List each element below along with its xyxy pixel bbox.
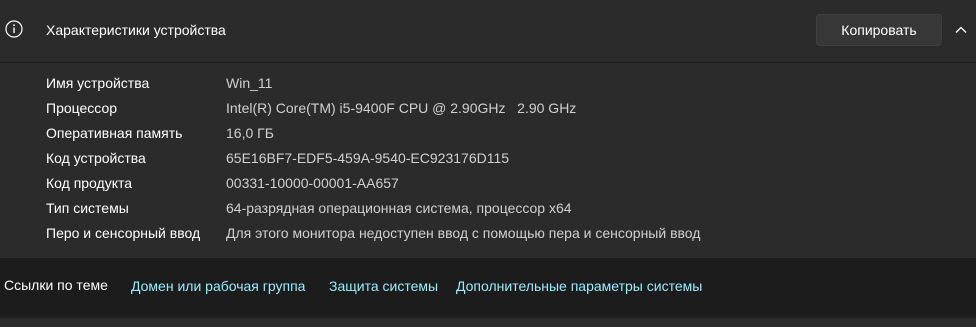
link-domain-workgroup[interactable]: Домен или рабочая группа [131, 278, 305, 294]
device-specs-header[interactable]: Характеристики устройства Копировать [0, 0, 976, 63]
spec-label: Код устройства [46, 150, 146, 166]
link-advanced-system-settings[interactable]: Дополнительные параметры системы [456, 278, 702, 294]
spec-row-device-id: Код устройства 65E16BF7-EDF5-459A-9540-E… [0, 146, 976, 171]
spec-label: Процессор [46, 100, 118, 116]
next-card-edge [0, 318, 976, 327]
link-system-protection[interactable]: Защита системы [329, 278, 438, 294]
spec-row-product-id: Код продукта 00331-10000-00001-AA657 [0, 171, 976, 196]
spec-row-ram: Оперативная память 16,0 ГБ [0, 121, 976, 146]
related-links-title: Ссылки по теме [4, 277, 108, 293]
spec-value: 64-разрядная операционная система, проце… [226, 200, 572, 216]
spec-value: Для этого монитора недоступен ввод с пом… [226, 225, 701, 241]
spec-row-pen-touch: Перо и сенсорный ввод Для этого монитора… [0, 221, 976, 246]
copy-button[interactable]: Копировать [816, 14, 942, 46]
section-title: Характеристики устройства [46, 22, 226, 38]
spec-label: Оперативная память [46, 125, 183, 141]
spec-label: Имя устройства [46, 75, 150, 91]
spec-value: 65E16BF7-EDF5-459A-9540-EC923176D115 [226, 150, 510, 166]
related-links-bar: Ссылки по теме Домен или рабочая группа … [0, 258, 976, 314]
spec-value: Win_11 [226, 75, 273, 91]
spec-label: Перо и сенсорный ввод [46, 225, 201, 241]
chevron-up-icon[interactable] [953, 22, 969, 38]
device-specs-card: Характеристики устройства Копировать Имя… [0, 0, 976, 258]
spec-row-device-name: Имя устройства Win_11 [0, 71, 976, 96]
spec-value: 00331-10000-00001-AA657 [226, 175, 399, 191]
spec-label: Тип системы [46, 200, 129, 216]
settings-page: Характеристики устройства Копировать Имя… [0, 0, 976, 327]
spec-row-system-type: Тип системы 64-разрядная операционная си… [0, 196, 976, 221]
info-icon [5, 20, 23, 38]
specs-list: Имя устройства Win_11 Процессор Intel(R)… [0, 71, 976, 246]
spec-value: Intel(R) Core(TM) i5-9400F CPU @ 2.90GHz… [226, 100, 577, 116]
spec-label: Код продукта [46, 175, 133, 191]
spec-row-processor: Процессор Intel(R) Core(TM) i5-9400F CPU… [0, 96, 976, 121]
spec-value: 16,0 ГБ [226, 125, 274, 141]
